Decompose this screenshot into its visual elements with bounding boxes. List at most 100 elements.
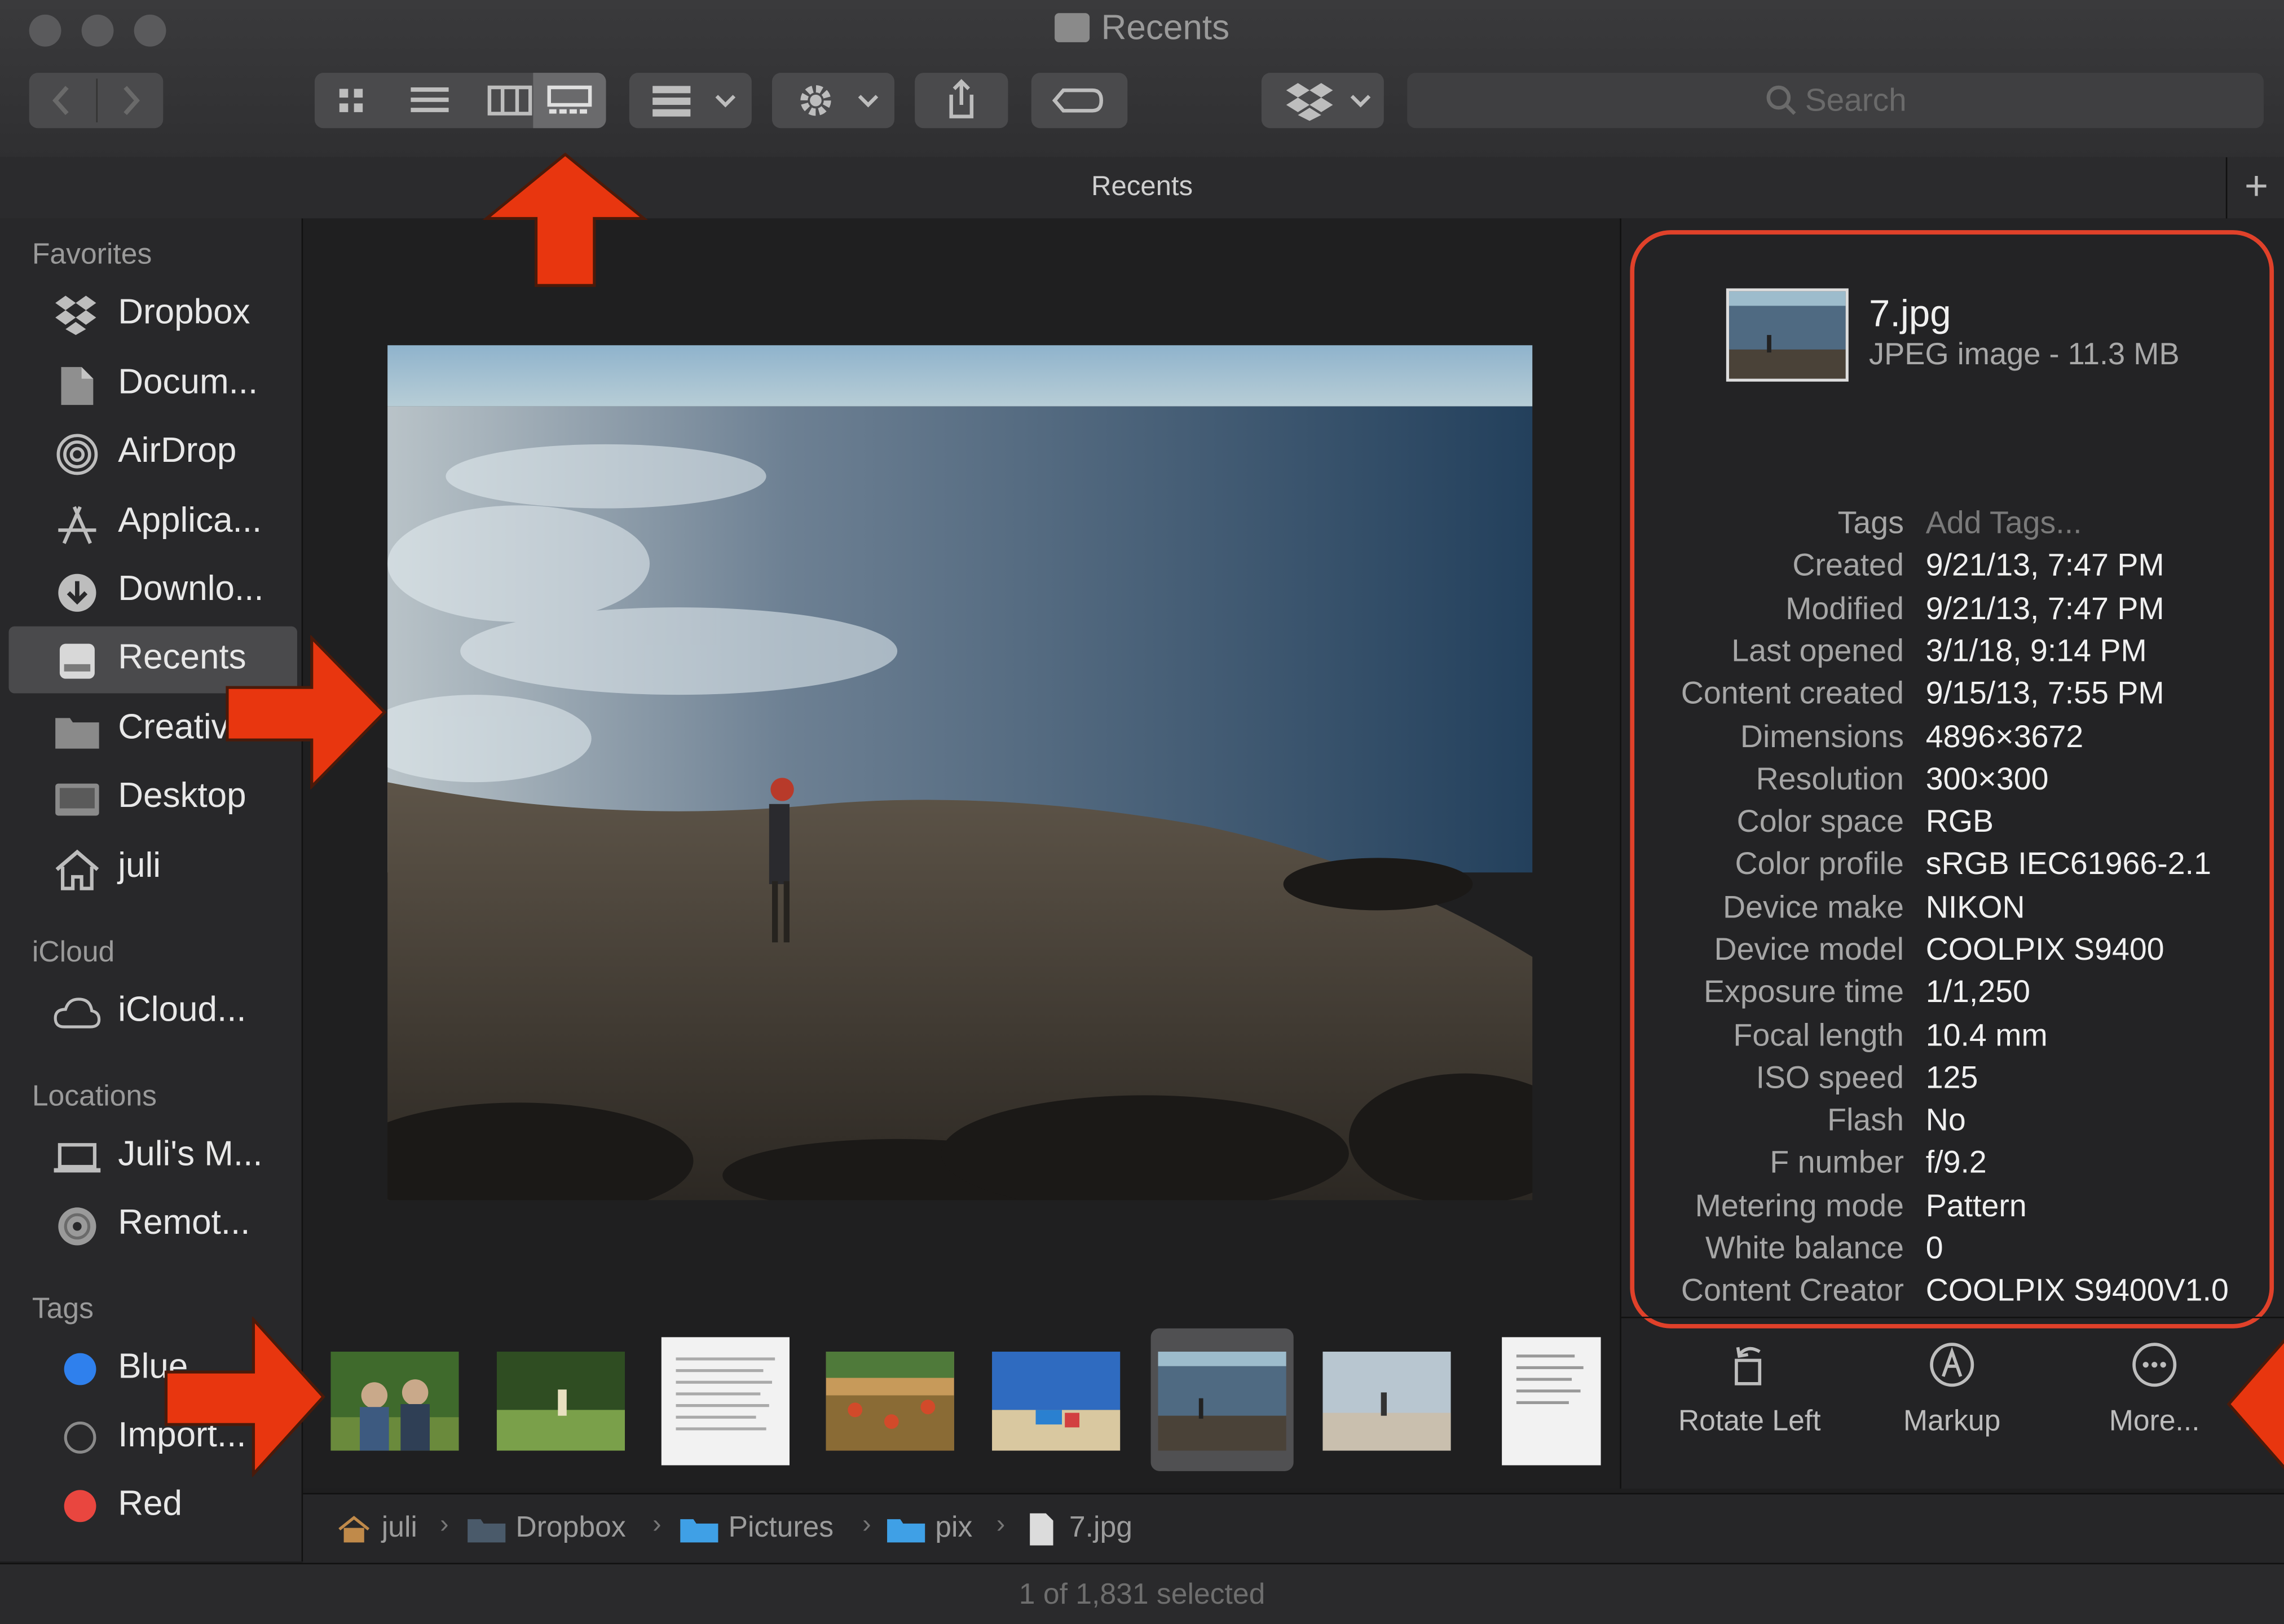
- sidebar-item-icloud-drive[interactable]: iCloud...: [8, 979, 297, 1046]
- sidebar-item-downloads[interactable]: Downlo...: [8, 558, 297, 625]
- folder-icon: [55, 718, 99, 749]
- rotate-left-button[interactable]: Rotate Left: [1662, 1340, 1837, 1439]
- rotate-left-icon: [1735, 1347, 1762, 1385]
- airdrop-icon: [56, 434, 98, 475]
- finder-window: Recents Search Recents + Favorites Dropb…: [0, 0, 2284, 1624]
- new-tab-button[interactable]: +: [2225, 157, 2284, 219]
- markup-button[interactable]: Markup: [1864, 1340, 2039, 1439]
- action-button[interactable]: [771, 73, 894, 129]
- arrow-left-icon: [2226, 1339, 2284, 1469]
- home-icon: [55, 849, 99, 890]
- path-separator-icon: ›: [652, 1508, 662, 1538]
- sidebar-section-favorites: Favorites: [32, 239, 152, 271]
- thumbnail-1[interactable]: [330, 1352, 459, 1451]
- action-label: Markup: [1903, 1405, 2001, 1438]
- dropbox-folder-icon: [468, 1519, 506, 1543]
- sidebar-section-locations: Locations: [32, 1080, 157, 1113]
- sidebar-item-label: Downlo...: [118, 569, 264, 609]
- forward-icon[interactable]: [102, 73, 160, 128]
- path-separator-icon: ›: [440, 1508, 449, 1538]
- group-button[interactable]: [629, 73, 752, 129]
- recents-icon: [59, 643, 95, 679]
- applications-icon: [58, 506, 96, 544]
- selection-status: 1 of 1,831 selected: [1018, 1578, 1266, 1611]
- path-separator-icon: ›: [862, 1508, 871, 1538]
- back-forward-control: [29, 73, 164, 129]
- thumbnail-4[interactable]: [826, 1352, 954, 1451]
- path-separator-icon: ›: [996, 1508, 1006, 1538]
- window-title: Recents: [0, 8, 2284, 49]
- sidebar-item-label: iCloud...: [118, 990, 246, 1030]
- laptop-icon: [54, 1143, 101, 1173]
- tag-icon: [1052, 88, 1103, 113]
- gallery-view-button[interactable]: [533, 73, 606, 129]
- icon-view-icon[interactable]: [315, 73, 387, 128]
- sidebar-section-icloud: iCloud: [32, 936, 115, 969]
- view-mode-control: [314, 73, 606, 129]
- sidebar-tag-red[interactable]: Red: [8, 1472, 297, 1539]
- action-label: More...: [2109, 1405, 2200, 1438]
- sidebar-item-label: Juli's M...: [118, 1135, 263, 1174]
- more-button[interactable]: More...: [2067, 1340, 2242, 1439]
- dropbox-icon: [55, 295, 96, 336]
- sidebar-item-macbook[interactable]: Juli's M...: [8, 1123, 297, 1190]
- tab-bar: Recents +: [0, 157, 2284, 220]
- thumbnail-8[interactable]: [1502, 1337, 1601, 1466]
- path-item-pictures[interactable]: Pictures: [729, 1512, 834, 1545]
- path-bar: juli › Dropbox › Pictures › pix › 7.jpg: [303, 1493, 2284, 1565]
- search-icon: [1766, 85, 1796, 115]
- thumbnail-5[interactable]: [992, 1352, 1121, 1451]
- tag-button[interactable]: [1031, 73, 1128, 129]
- downloads-icon: [58, 573, 96, 612]
- home-icon: [338, 1516, 370, 1543]
- gallery-preview-image[interactable]: [387, 345, 1533, 1201]
- share-button[interactable]: [915, 73, 1008, 129]
- more-icon: [2132, 1343, 2177, 1387]
- path-item-pix[interactable]: pix: [935, 1512, 972, 1545]
- path-item-dropbox[interactable]: Dropbox: [515, 1512, 625, 1545]
- sidebar-item-label: Applica...: [118, 501, 262, 541]
- gear-icon: [800, 85, 879, 116]
- path-item-juli[interactable]: juli: [382, 1512, 417, 1545]
- blue-tag-icon: [64, 1353, 96, 1385]
- sidebar-item-label: Remot...: [118, 1203, 250, 1243]
- markup-icon: [1930, 1343, 1974, 1387]
- thumbnail-7[interactable]: [1322, 1352, 1451, 1451]
- toolbar: Recents Search: [0, 0, 2284, 159]
- sidebar-item-dropbox[interactable]: Dropbox: [8, 281, 297, 348]
- sidebar-item-remote-disc[interactable]: Remot...: [8, 1191, 297, 1259]
- status-bar: 1 of 1,831 selected: [0, 1563, 2284, 1624]
- empty-tag-icon: [64, 1422, 96, 1454]
- path-item-file[interactable]: 7.jpg: [1069, 1512, 1132, 1545]
- thumbnail-2[interactable]: [496, 1352, 625, 1451]
- back-icon[interactable]: [32, 73, 90, 128]
- red-tag-icon: [64, 1490, 96, 1522]
- sidebar-item-label: Dropbox: [118, 293, 250, 332]
- cloud-icon: [54, 998, 101, 1029]
- desktop-icon: [55, 783, 99, 816]
- sidebar-item-label: Red: [118, 1484, 182, 1524]
- thumbnail-6-selected[interactable]: [1158, 1352, 1286, 1451]
- action-label: Rotate Left: [1678, 1405, 1821, 1438]
- thumbnail-3[interactable]: [661, 1337, 790, 1466]
- gallery-view-icon: [547, 85, 592, 114]
- sidebar-item-label: AirDrop: [118, 431, 237, 471]
- sidebar-item-label: Docum...: [118, 363, 258, 402]
- dropbox-button[interactable]: [1261, 73, 1384, 129]
- highlight-box: [1630, 230, 2274, 1329]
- folder-icon: [680, 1519, 718, 1543]
- sidebar-item-documents[interactable]: Docum...: [8, 351, 297, 418]
- sidebar-item-home[interactable]: juli: [8, 835, 297, 902]
- dropbox-icon: [1286, 83, 1371, 121]
- arrow-right-icon: [226, 635, 387, 789]
- disc-icon: [58, 1207, 96, 1246]
- list-view-icon[interactable]: [394, 73, 467, 128]
- search-field[interactable]: Search: [1407, 73, 2264, 129]
- tab-recents[interactable]: Recents: [0, 172, 2284, 204]
- inspector-divider: [1621, 1317, 2284, 1318]
- sidebar-item-applications[interactable]: Applica...: [8, 489, 297, 557]
- file-icon: [1030, 1513, 1053, 1546]
- sidebar-section-tags: Tags: [32, 1293, 94, 1326]
- sidebar-item-airdrop[interactable]: AirDrop: [8, 420, 297, 487]
- sidebar-item-label: juli: [118, 846, 161, 886]
